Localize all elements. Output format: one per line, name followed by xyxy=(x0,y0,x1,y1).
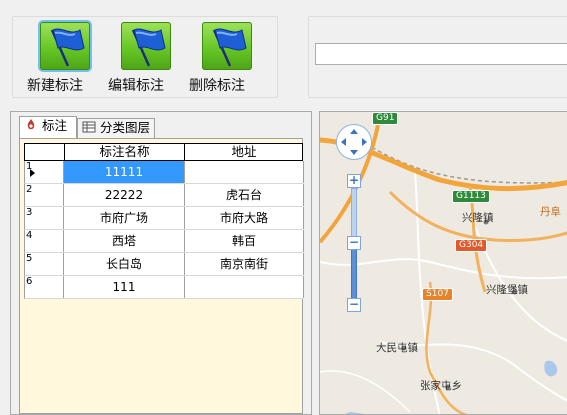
tab-category-layers-label: 分类图层 xyxy=(100,120,151,135)
search-group xyxy=(308,16,567,98)
cell-address[interactable]: 虎石台 xyxy=(185,184,304,206)
table-row[interactable]: 4 西塔 韩百 xyxy=(24,230,304,253)
row-number: 2 xyxy=(25,184,64,206)
table-row[interactable]: 1 11111 xyxy=(24,161,304,184)
cell-address[interactable]: 韩百 xyxy=(185,230,304,252)
edit-annotation-button[interactable]: 编辑标注 xyxy=(96,19,176,95)
zoom-slider-handle[interactable]: − xyxy=(347,236,361,250)
layers-icon xyxy=(82,120,96,134)
cell-address[interactable]: 市府大路 xyxy=(185,207,304,229)
delete-annotation-label: 删除标注 xyxy=(189,78,245,94)
table-row[interactable]: 2 22222 虎石台 xyxy=(24,184,304,207)
column-header-address[interactable]: 地址 xyxy=(185,144,303,160)
road-shield-g1113: G1113 xyxy=(452,190,490,203)
annotation-panel: 标注 分类图层 标注名称 地址 1 11111 2 22222 虎石台 3 市府… xyxy=(10,111,312,415)
map-view[interactable]: G91 G1113 G304 S107 兴隆镇 兴隆堡镇 大民屯镇 张家屯乡 丹… xyxy=(319,111,567,415)
row-number: 5 xyxy=(25,253,64,275)
cell-address[interactable] xyxy=(185,276,304,298)
place-label: 丹阜 xyxy=(540,206,561,218)
cell-name[interactable]: 11111 xyxy=(64,161,185,183)
row-number: 4 xyxy=(25,230,64,252)
blue-flag-icon xyxy=(121,22,171,70)
table-row[interactable]: 3 市府广场 市府大路 xyxy=(24,207,304,230)
cell-address[interactable] xyxy=(185,161,304,183)
cell-name[interactable]: 22222 xyxy=(64,184,185,206)
search-input[interactable] xyxy=(315,43,567,65)
place-label: 大民屯镇 xyxy=(376,342,418,354)
edit-annotation-label: 编辑标注 xyxy=(108,78,164,94)
row-number: 3 xyxy=(25,207,64,229)
cell-address[interactable]: 南京南街 xyxy=(185,253,304,275)
blue-flag-icon xyxy=(40,22,90,70)
current-row-arrow-icon xyxy=(30,169,35,177)
tab-annotations[interactable]: 标注 xyxy=(19,116,77,138)
place-label: 兴隆堡镇 xyxy=(486,284,528,296)
pan-control[interactable] xyxy=(336,124,372,160)
cell-name[interactable]: 111 xyxy=(64,276,185,298)
road-shield-g91: G91 xyxy=(372,112,399,125)
place-label: 张家屯乡 xyxy=(420,380,462,392)
table-row[interactable]: 6 111 xyxy=(24,276,304,299)
road-shield-s107: S107 xyxy=(422,288,453,301)
cell-name[interactable]: 市府广场 xyxy=(64,207,185,229)
annotation-grid: 标注名称 地址 1 11111 2 22222 虎石台 3 市府广场 市府大路 … xyxy=(24,143,304,299)
zoom-in-button[interactable]: + xyxy=(347,174,361,188)
marker-icon xyxy=(24,118,38,132)
road-shield-g304: G304 xyxy=(455,239,488,252)
tab-category-layers[interactable]: 分类图层 xyxy=(77,118,155,138)
new-annotation-label: 新建标注 xyxy=(27,78,83,94)
delete-annotation-button[interactable]: 删除标注 xyxy=(177,19,257,95)
annotation-toolbar: 新建标注 编辑标注 删除标注 xyxy=(12,16,278,98)
zoom-out-button[interactable]: − xyxy=(347,298,361,312)
cell-name[interactable]: 长白岛 xyxy=(64,253,185,275)
new-annotation-button[interactable]: 新建标注 xyxy=(15,19,95,95)
grid-header: 标注名称 地址 xyxy=(24,143,303,161)
row-number: 6 xyxy=(25,276,64,298)
table-row[interactable]: 5 长白岛 南京南街 xyxy=(24,253,304,276)
blue-flag-icon xyxy=(202,22,252,70)
annotation-tab-body: 标注名称 地址 1 11111 2 22222 虎石台 3 市府广场 市府大路 … xyxy=(19,138,304,414)
column-header-name[interactable]: 标注名称 xyxy=(65,144,185,160)
place-label: 兴隆镇 xyxy=(462,212,494,224)
pan-arrows-icon xyxy=(341,129,367,155)
cell-name[interactable]: 西塔 xyxy=(64,230,185,252)
row-header-corner xyxy=(25,144,65,160)
tab-annotations-label: 标注 xyxy=(42,118,68,133)
